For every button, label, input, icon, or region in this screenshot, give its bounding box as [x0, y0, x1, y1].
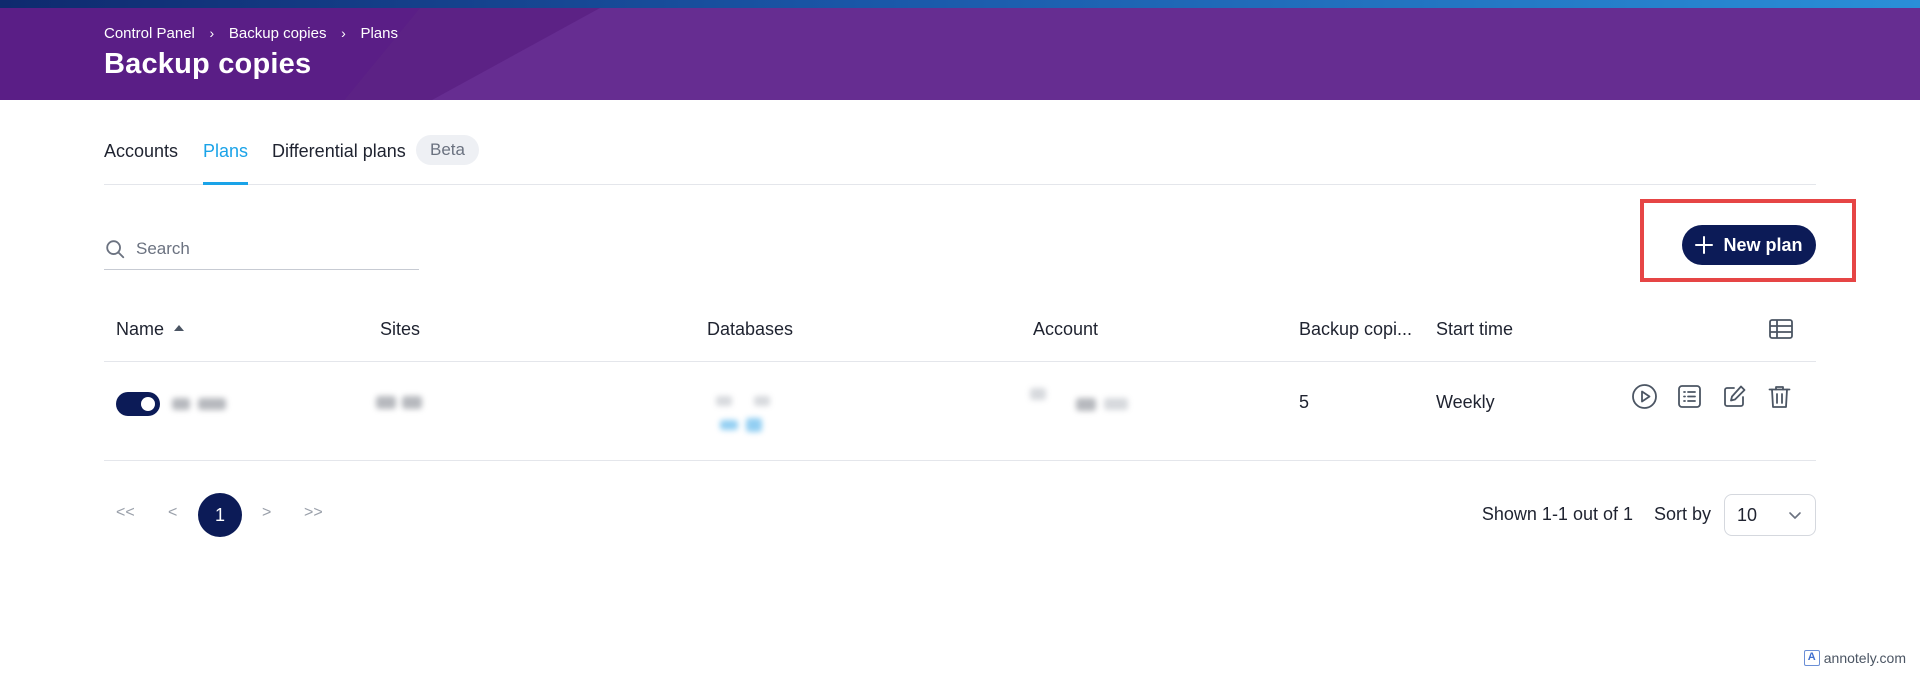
redacted-account	[1076, 398, 1096, 411]
column-header-name[interactable]: Name	[116, 319, 185, 340]
edit-icon	[1724, 385, 1746, 407]
watermark: A annotely.com	[1803, 650, 1906, 666]
table-row: 5 Weekly	[104, 362, 1816, 461]
redacted-plan-name	[198, 398, 226, 410]
column-header-account[interactable]: Account	[1033, 319, 1098, 340]
column-header-start-time[interactable]: Start time	[1436, 319, 1513, 340]
page-size-value: 10	[1737, 504, 1758, 525]
play-icon	[1632, 384, 1657, 409]
sort-ascending-icon	[174, 325, 185, 332]
delete-plan-button[interactable]	[1765, 382, 1794, 411]
page-header: Control Panel › Backup copies › Plans Ba…	[0, 0, 1920, 100]
breadcrumb-item-backup-copies[interactable]: Backup copies	[229, 25, 327, 42]
beta-badge: Beta	[416, 135, 479, 165]
page-1-button[interactable]: 1	[198, 493, 242, 537]
plus-icon	[1695, 236, 1714, 254]
trash-icon	[1768, 386, 1791, 408]
next-page-button[interactable]: >	[262, 504, 271, 522]
column-header-label: Name	[116, 319, 165, 339]
tab-accounts[interactable]: Accounts	[104, 141, 178, 185]
run-plan-button[interactable]	[1630, 382, 1659, 411]
redacted-account-avatar	[1030, 388, 1046, 400]
tab-differential-plans[interactable]: Differential plans	[272, 141, 406, 185]
list-icon	[1678, 385, 1701, 408]
first-page-button[interactable]: <<	[116, 504, 135, 522]
breadcrumb: Control Panel › Backup copies › Plans	[104, 23, 398, 43]
search-input[interactable]	[136, 238, 406, 259]
page-size-select[interactable]: 10	[1724, 494, 1816, 536]
redacted-site	[402, 396, 422, 409]
redacted-database-link	[746, 418, 762, 432]
backup-copies-count: 5	[1299, 392, 1310, 412]
tab-plans[interactable]: Plans	[203, 141, 249, 185]
chevron-down-icon	[1789, 512, 1801, 519]
start-time-value: Weekly	[1436, 392, 1495, 412]
results-count: Shown 1-1 out of 1	[1481, 504, 1633, 524]
new-plan-button[interactable]: New plan	[1682, 225, 1816, 265]
redacted-database-link	[720, 420, 738, 430]
search-icon	[106, 239, 125, 258]
previous-page-button[interactable]: <	[168, 504, 177, 522]
column-header-sites[interactable]: Sites	[380, 319, 420, 340]
page-title: Backup copies	[104, 48, 312, 80]
breadcrumb-item-control-panel[interactable]: Control Panel	[104, 25, 195, 42]
table-header: Name Sites Databases Account Backup copi…	[104, 305, 1816, 362]
table-columns-icon[interactable]	[1768, 317, 1794, 341]
redacted-account	[1104, 398, 1128, 410]
chevron-right-icon: ›	[209, 25, 215, 41]
plan-enabled-toggle[interactable]	[116, 392, 160, 416]
breadcrumb-item-plans: Plans	[360, 24, 398, 42]
redacted-site	[376, 396, 396, 409]
search-box	[104, 228, 419, 270]
sort-by-label: Sort by	[1653, 504, 1711, 524]
watermark-text: annotely.com	[1823, 650, 1906, 666]
column-header-databases[interactable]: Databases	[707, 319, 793, 340]
redacted-database	[716, 396, 732, 406]
pagination: << < 1 > >> Shown 1-1 out of 1 Sort by 1…	[104, 493, 1816, 537]
column-header-backup-copies[interactable]: Backup copi...	[1299, 319, 1412, 340]
edit-plan-button[interactable]	[1720, 382, 1749, 411]
redacted-database	[754, 396, 770, 406]
view-details-button[interactable]	[1675, 382, 1704, 411]
annotely-logo-icon: A	[1803, 650, 1820, 666]
header-topline	[0, 0, 1920, 8]
redacted-plan-name	[172, 398, 190, 410]
row-actions	[1630, 382, 1794, 411]
tab-bar: Accounts Plans Differential plans Beta	[104, 135, 1816, 185]
chevron-right-icon: ›	[341, 25, 346, 41]
plans-table: Name Sites Databases Account Backup copi…	[104, 305, 1816, 461]
new-plan-label: New plan	[1723, 234, 1803, 255]
last-page-button[interactable]: >>	[304, 504, 323, 522]
